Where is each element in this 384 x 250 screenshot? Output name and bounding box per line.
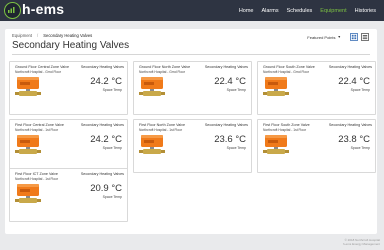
valve-actuator-icon	[15, 77, 41, 96]
list-view-icon[interactable]	[361, 33, 369, 41]
space-temp-label: Space Temp	[226, 146, 246, 150]
valve-name: First Floor ICT Zone Valve	[15, 172, 58, 176]
content-panel: Equipment / Secondary Heating Valves Secon…	[5, 29, 377, 234]
valve-actuator-icon	[139, 77, 165, 96]
main-nav: Home Alarms Schedules Equipment Historie…	[239, 0, 384, 21]
equipment-type: Secondary Heating Valves	[80, 123, 124, 127]
valve-name: Ground Floor Central Zone Valve	[15, 65, 70, 69]
space-temp-label: Space Temp	[350, 88, 370, 92]
space-temp-label: Space Temp	[350, 146, 370, 150]
valve-name: First Floor Central Zone Valve	[15, 123, 64, 127]
valve-card[interactable]: Ground Floor North Zone Valve Northcroft…	[133, 61, 252, 115]
valve-location: Northcroft Hospital - 1st Floor	[15, 176, 59, 181]
valve-card[interactable]: First Floor ICT Zone Valve Northcroft Ho…	[9, 168, 128, 222]
space-temp-label: Space Temp	[102, 195, 122, 199]
valve-location: Northcroft Hospital - 1st Floor	[139, 127, 183, 132]
nav-equipment[interactable]: Equipment	[320, 8, 346, 14]
space-temp-value: 24.2 °C	[90, 76, 122, 87]
footer-line: h-ems Energy Management	[342, 242, 380, 246]
valve-location: Northcroft Hospital - Grnd Floor	[263, 69, 309, 74]
valve-card[interactable]: First Floor South Zone Valve Northcroft …	[257, 119, 376, 173]
valve-location: Northcroft Hospital - Grnd Floor	[15, 69, 61, 74]
valve-card[interactable]: Ground Floor South Zone Valve Northcroft…	[257, 61, 376, 115]
space-temp-label: Space Temp	[226, 88, 246, 92]
toolbar: Featured Points ▼	[307, 33, 369, 41]
valve-actuator-icon	[15, 135, 41, 154]
equipment-type: Secondary Heating Valves	[80, 172, 124, 176]
grid-view-icon[interactable]	[350, 33, 358, 41]
valve-location: Northcroft Hospital - 1st Floor	[15, 127, 59, 132]
divider	[12, 54, 370, 55]
valve-name: Ground Floor North Zone Valve	[139, 65, 191, 69]
top-navbar: h-ems Home Alarms Schedules Equipment Hi…	[0, 0, 384, 21]
space-temp-value: 20.9 °C	[90, 183, 122, 194]
space-temp-value: 23.8 °C	[338, 134, 370, 145]
page-title: Secondary Heating Valves	[12, 40, 130, 51]
equipment-type: Secondary Heating Valves	[328, 65, 372, 69]
space-temp-value: 22.4 °C	[214, 76, 246, 87]
valve-location: Northcroft Hospital - 1st Floor	[263, 127, 307, 132]
valve-name: First Floor North Zone Valve	[139, 123, 186, 127]
logo-icon	[4, 2, 21, 19]
brand-name: h-ems	[22, 1, 65, 17]
space-temp-value: 22.4 °C	[338, 76, 370, 87]
space-temp-label: Space Temp	[102, 88, 122, 92]
breadcrumb-equipment[interactable]: Equipment	[12, 33, 32, 38]
equipment-type: Secondary Heating Valves	[204, 65, 248, 69]
nav-home[interactable]: Home	[239, 8, 254, 14]
valve-actuator-icon	[15, 184, 41, 203]
featured-points-dropdown[interactable]: Featured Points ▼	[307, 35, 341, 40]
nav-schedules[interactable]: Schedules	[287, 8, 313, 14]
equipment-type: Secondary Heating Valves	[204, 123, 248, 127]
equipment-type: Secondary Heating Valves	[80, 65, 124, 69]
space-temp-label: Space Temp	[102, 146, 122, 150]
valve-actuator-icon	[263, 77, 289, 96]
nav-alarms[interactable]: Alarms	[261, 8, 278, 14]
valve-card[interactable]: First Floor Central Zone Valve Northcrof…	[9, 119, 128, 173]
nav-histories[interactable]: Histories	[355, 8, 376, 14]
valve-card[interactable]: Ground Floor Central Zone Valve Northcro…	[9, 61, 128, 115]
space-temp-value: 23.6 °C	[214, 134, 246, 145]
chevron-down-icon: ▼	[337, 35, 341, 39]
equipment-type: Secondary Heating Valves	[328, 123, 372, 127]
valve-name: Ground Floor South Zone Valve	[263, 65, 315, 69]
valve-actuator-icon	[139, 135, 165, 154]
space-temp-value: 24.2 °C	[90, 134, 122, 145]
footer: © 2018 Northcroft Hospital h-ems Energy …	[343, 238, 380, 246]
valve-location: Northcroft Hospital - Grnd Floor	[139, 69, 185, 74]
breadcrumb: Equipment / Secondary Heating Valves	[12, 33, 93, 38]
breadcrumb-current: Secondary Heating Valves	[43, 33, 93, 38]
featured-points-label: Featured Points	[307, 34, 336, 40]
valve-name: First Floor South Zone Valve	[263, 123, 310, 127]
valve-actuator-icon	[263, 135, 289, 154]
valve-card[interactable]: First Floor North Zone Valve Northcroft …	[133, 119, 252, 173]
